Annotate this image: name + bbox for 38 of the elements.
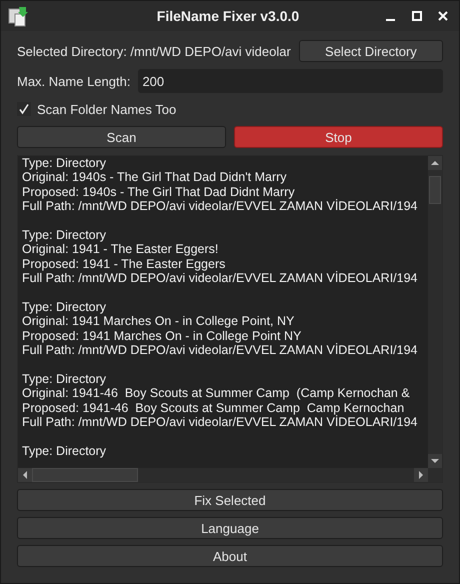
checkbox-label[interactable]: Scan Folder Names Too xyxy=(37,102,176,116)
result-line: Full Path: /mnt/WD DEPO/avi videolar/EVVEL ZAMAN VİDEOLARI/194 xyxy=(22,199,419,214)
result-line: Type: Directory xyxy=(22,228,108,242)
result-line: Full Path: /mnt/WD DEPO/avi videolar/EVVEL ZAMAN VİDEOLARI/194 xyxy=(22,415,419,430)
window-title: FileName Fixer v3.0.0 xyxy=(156,8,300,24)
result-line: Type: Directory xyxy=(22,444,108,458)
app-icon xyxy=(7,5,29,27)
maximize-icon[interactable] xyxy=(411,10,423,22)
selected-directory-label: Selected Directory: /mnt/WD DEPO/avi videolar xyxy=(17,44,291,58)
action-button[interactable]: About xyxy=(17,545,443,567)
result-line: Proposed: 1940s - The Girl That Dad Didnt Marry xyxy=(22,184,296,200)
result-line: Type: Directory xyxy=(22,300,108,314)
result-line: Proposed: 1941 Marches On - in College Point NY xyxy=(22,328,302,344)
scan-button[interactable]: Scan xyxy=(17,126,226,148)
result-line: Proposed: 1941-46 Boy Scouts at Summer Camp Camp Kernochan xyxy=(22,400,406,415)
result-line: Original: 1940s - The Girl That Dad Didn't Marry xyxy=(22,170,288,185)
max-name-length-label: Max. Name Length: xyxy=(17,74,130,88)
action-button[interactable]: Fix Selected xyxy=(17,489,443,511)
scrollbar-thumb[interactable] xyxy=(32,468,138,482)
result-line: Type: Directory xyxy=(22,372,108,386)
result-line: Type: Directory xyxy=(22,156,108,170)
scroll-left-icon[interactable] xyxy=(18,468,32,482)
result-line: Full Path: /mnt/WD DEPO/avi videolar/EVVEL ZAMAN VİDEOLARI/194 xyxy=(22,271,419,286)
scroll-up-icon[interactable] xyxy=(428,156,442,170)
result-line: Proposed: 1941 - The Easter Eggers xyxy=(22,256,226,272)
result-line: Original: 1941 Marches On - in College Point, NY xyxy=(22,314,296,329)
scroll-right-icon[interactable] xyxy=(414,468,428,482)
result-line: Full Path: /mnt/WD DEPO/avi videolar/EVVEL ZAMAN VİDEOLARI/194 xyxy=(22,343,419,358)
result-line: Original: 1941-46 Boy Scouts at Summer Camp (Camp Kernochan & xyxy=(22,386,411,401)
stop-button[interactable]: Stop xyxy=(234,126,443,148)
result-line: Original: 1941 - The Easter Eggers! xyxy=(22,242,220,257)
select-directory-button[interactable]: Select Directory xyxy=(298,40,443,62)
scrollbar-thumb[interactable] xyxy=(429,176,441,204)
close-icon[interactable] xyxy=(437,10,449,22)
action-button[interactable]: Language xyxy=(17,517,443,539)
scroll-down-icon[interactable] xyxy=(428,454,442,468)
max-name-length-field[interactable]: 200 xyxy=(138,69,443,93)
checkbox[interactable] xyxy=(17,102,31,116)
